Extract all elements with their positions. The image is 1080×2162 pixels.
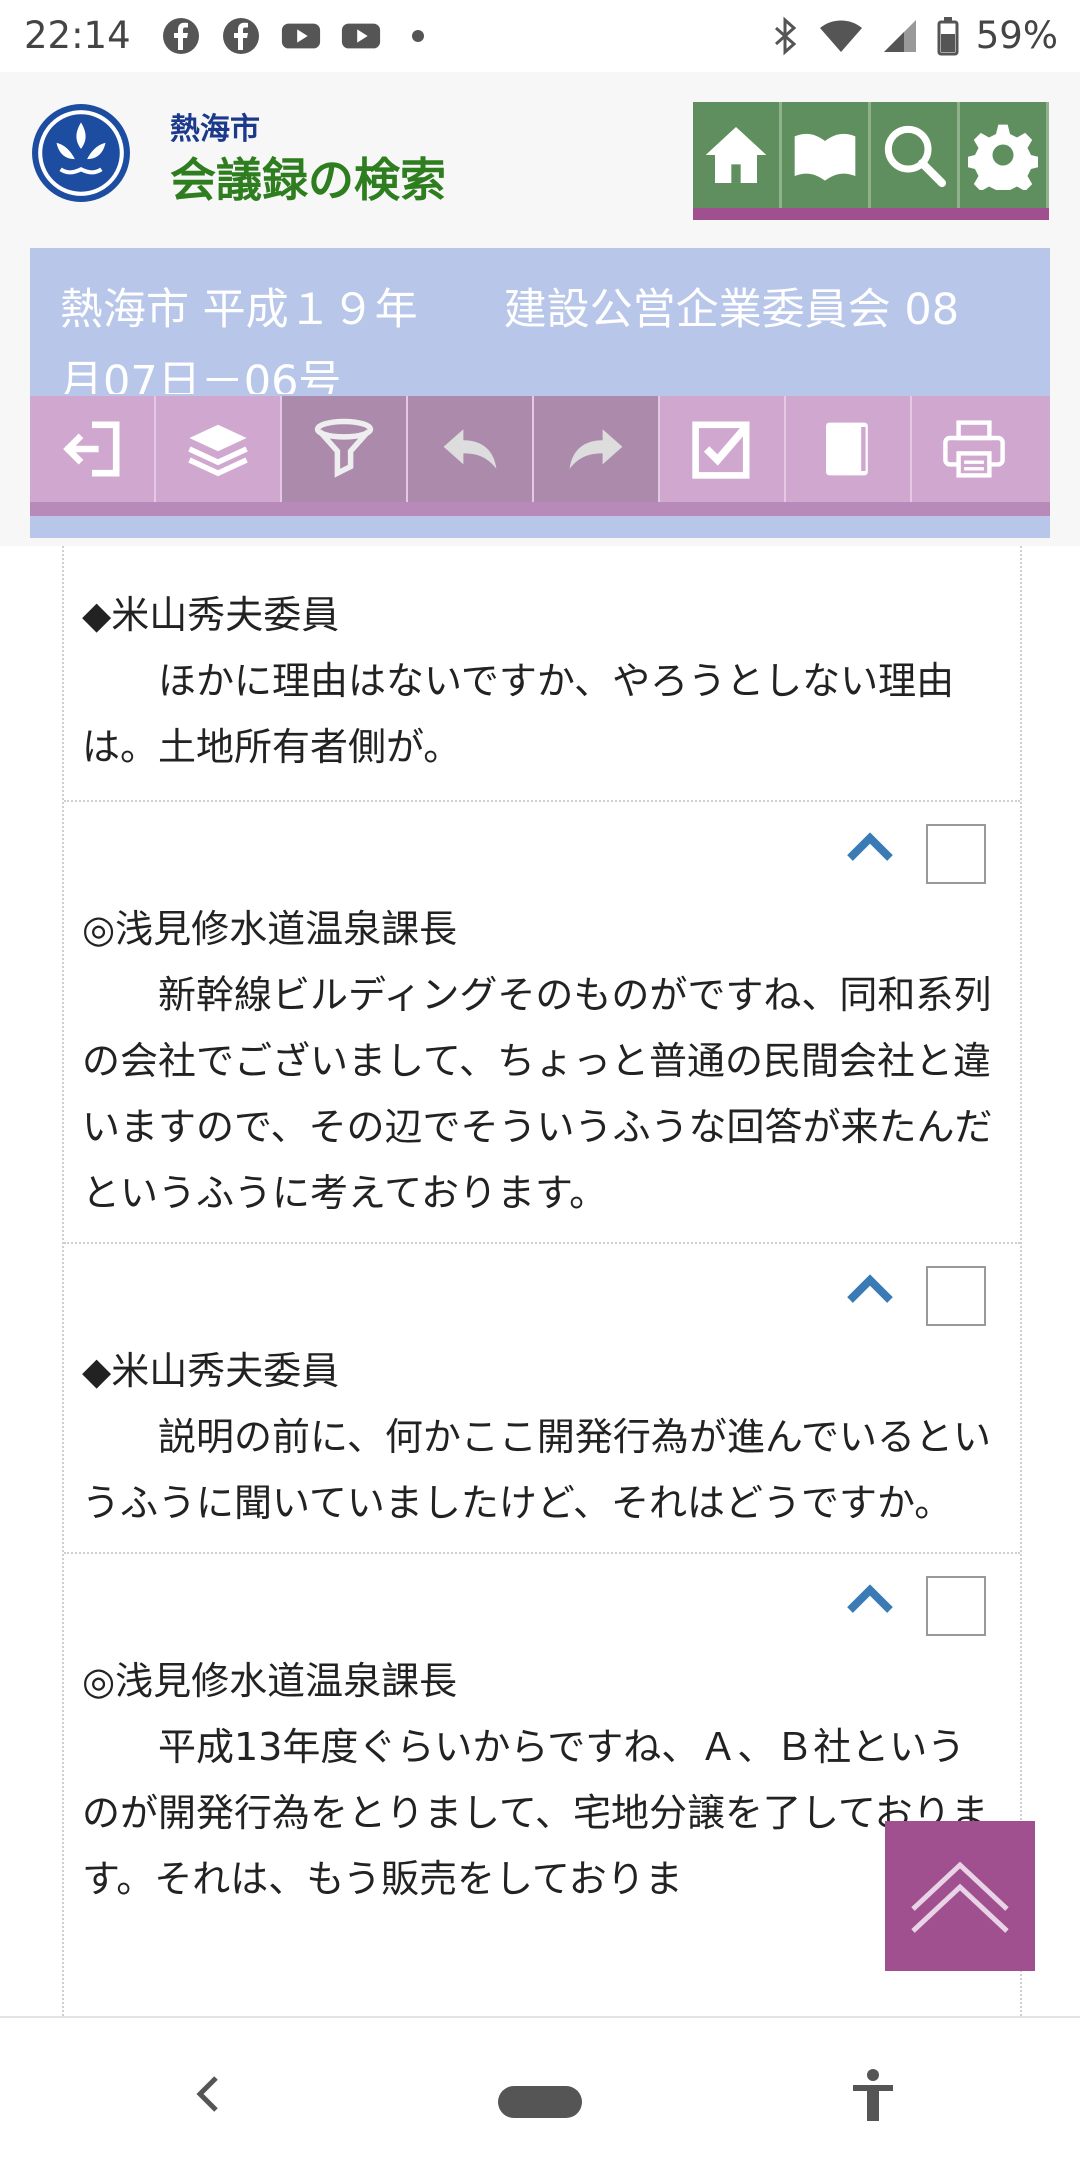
chevron-up-icon[interactable] <box>846 1272 894 1306</box>
system-nav-bar <box>0 2016 1080 2162</box>
search-icon <box>884 125 947 188</box>
battery-percent: 59% <box>975 14 1058 57</box>
layers-icon <box>188 424 248 477</box>
checkbox-icon <box>692 421 750 479</box>
speech-entry: ◎浅見修水道温泉課長 新幹線ビルディングそのものがですね、同和系列の会社でござい… <box>64 802 1020 1244</box>
speaker-name: ◆米山秀夫委員 <box>82 1349 340 1393</box>
document-toolbar <box>30 396 1050 516</box>
search-button[interactable] <box>871 102 960 208</box>
exit-button[interactable] <box>30 396 156 502</box>
document-title-panel: 熱海市 平成１９年 建設公営企業委員会 08月07日－06号 <box>30 248 1050 538</box>
chevron-up-icon <box>911 1861 1009 1933</box>
speech-text: 新幹線ビルディングそのものがですね、同和系列の会社でございまして、ちょっと普通の… <box>82 973 993 1215</box>
minutes-content: ◆米山秀夫委員 ほかに理由はないですか、やろうとしない理由は。土地所有者側が。 … <box>62 546 1022 2016</box>
settings-button[interactable] <box>960 102 1049 208</box>
exit-icon <box>63 421 120 477</box>
speech-entry: ◆米山秀夫委員 説明の前に、何かここ開発行為が進んでいるというふうに聞いていまし… <box>64 1244 1020 1554</box>
speech-entry: ◆米山秀夫委員 ほかに理由はないですか、やろうとしない理由は。土地所有者側が。 <box>64 546 1020 802</box>
entry-controls <box>82 802 1002 896</box>
wifi-icon <box>819 20 862 52</box>
entry-controls <box>82 1244 1002 1338</box>
speaker-name: ◎浅見修水道温泉課長 <box>82 907 458 951</box>
speech-text: ほかに理由はないですか、やろうとしない理由は。土地所有者側が。 <box>82 659 955 769</box>
city-name: 熱海市 <box>170 112 260 147</box>
site-title[interactable]: 会議録の検索 <box>170 144 446 210</box>
redo-icon <box>569 429 623 469</box>
dot-icon <box>412 30 424 42</box>
notification-icons <box>160 16 424 56</box>
chevron-up-icon[interactable] <box>846 830 894 864</box>
facebook-icon <box>223 18 259 54</box>
home-icon <box>705 127 767 183</box>
main-nav <box>693 102 1049 220</box>
city-emblem-logo[interactable] <box>30 102 132 204</box>
youtube-icon <box>341 23 381 49</box>
system-icons: 59% <box>768 14 1058 57</box>
chevron-up-icon[interactable] <box>846 1582 894 1616</box>
entry-checkbox[interactable] <box>926 1266 986 1326</box>
entry-checkbox[interactable] <box>926 824 986 884</box>
status-bar: 22:14 59% <box>0 0 1080 72</box>
youtube-icon <box>281 23 321 49</box>
speech-entry: ◎浅見修水道温泉課長 平成13年度ぐらいからですね、Ａ、Ｂ社というのが開発行為を… <box>64 1554 1020 1912</box>
undo-icon <box>443 429 497 469</box>
site-header: 熱海市 会議録の検索 熱海市 平成１９年 建設公営企業委員会 08月07日－06… <box>0 72 1080 546</box>
undo-button[interactable] <box>408 396 534 502</box>
filter-button[interactable] <box>282 396 408 502</box>
speech-text: 説明の前に、何かここ開発行為が進んでいるというふうに聞いていましたけど、それはど… <box>82 1415 991 1525</box>
notebook-icon <box>826 422 868 476</box>
entry-controls <box>82 1554 1002 1648</box>
print-button[interactable] <box>912 396 1036 502</box>
home-button[interactable] <box>693 102 782 208</box>
facebook-icon <box>163 18 199 54</box>
speaker-name: ◎浅見修水道温泉課長 <box>82 1659 458 1703</box>
check-button[interactable] <box>660 396 786 502</box>
bluetooth-icon <box>774 16 797 55</box>
speech-text: 平成13年度ぐらいからですね、Ａ、Ｂ社というのが開発行為をとりまして、宅地分譲を… <box>82 1725 989 1901</box>
redo-button[interactable] <box>534 396 660 502</box>
book-icon <box>794 133 856 181</box>
print-icon <box>943 420 1005 478</box>
status-time: 22:14 <box>24 14 131 57</box>
back-icon[interactable] <box>190 2072 224 2116</box>
accessibility-icon[interactable] <box>850 2068 896 2122</box>
document-title: 熱海市 平成１９年 建設公営企業委員会 08月07日－06号 <box>60 285 960 394</box>
signal-icon <box>883 19 916 52</box>
scroll-to-top-button[interactable] <box>885 1821 1035 1971</box>
entry-checkbox[interactable] <box>926 1576 986 1636</box>
layers-button[interactable] <box>156 396 282 502</box>
gear-icon <box>968 124 1038 190</box>
home-pill[interactable] <box>498 2086 582 2118</box>
notebook-button[interactable] <box>786 396 912 502</box>
speaker-name: ◆米山秀夫委員 <box>82 593 340 637</box>
battery-icon <box>937 16 959 55</box>
book-button[interactable] <box>782 102 871 208</box>
filter-icon <box>314 418 374 478</box>
